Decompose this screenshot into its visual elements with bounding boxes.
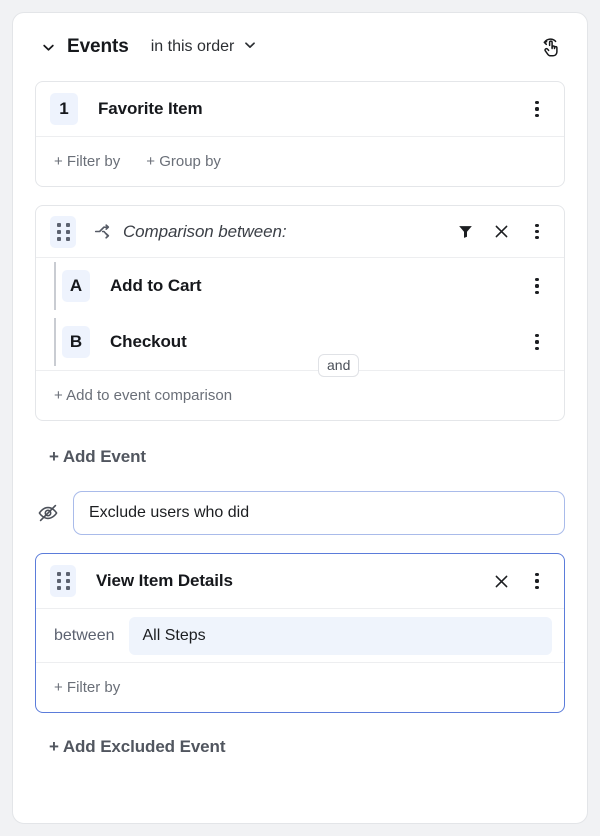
event-name: Favorite Item — [98, 99, 203, 119]
drag-dots — [57, 223, 70, 241]
kebab-menu-icon[interactable] — [524, 273, 550, 299]
event-step-1-filters: + Filter by + Group by — [36, 136, 564, 186]
drag-dots — [57, 572, 70, 590]
drag-handle-icon[interactable] — [50, 216, 76, 248]
event-comparison-card: Comparison between: A Add to Cart — [35, 205, 565, 421]
between-steps-select[interactable]: All Steps — [129, 617, 553, 655]
exclude-users-input[interactable] — [73, 491, 565, 535]
kebab-menu-icon[interactable] — [524, 219, 550, 245]
events-header: Events in this order — [13, 13, 587, 81]
comparison-footer: + Add to event comparison — [36, 370, 564, 420]
excluded-event-name: View Item Details — [96, 571, 233, 591]
comparison-connector-chip[interactable]: and — [318, 354, 359, 377]
comparison-item-a[interactable]: A Add to Cart — [36, 258, 564, 314]
drag-handle-icon[interactable] — [50, 565, 76, 597]
tap-gesture-icon[interactable] — [535, 32, 565, 62]
event-order-dropdown[interactable]: in this order — [151, 38, 258, 57]
exclude-users-row — [35, 491, 565, 535]
close-x-icon[interactable] — [488, 568, 514, 594]
add-excluded-event-button[interactable]: + Add Excluded Event — [35, 713, 565, 757]
filter-funnel-icon[interactable] — [452, 219, 478, 245]
comparison-event-name: Add to Cart — [110, 276, 201, 296]
comparison-header: Comparison between: — [36, 206, 564, 258]
close-x-icon[interactable] — [488, 219, 514, 245]
kebab-menu-icon[interactable] — [524, 568, 550, 594]
kebab-menu-icon[interactable] — [524, 329, 550, 355]
add-group-by-button[interactable]: + Group by — [146, 153, 221, 170]
add-event-button[interactable]: + Add Event — [35, 421, 565, 467]
page-title: Events — [67, 36, 129, 58]
excluded-event-card: View Item Details between All Steps + Fi… — [35, 553, 565, 713]
event-row-step-1[interactable]: 1 Favorite Item — [36, 82, 564, 136]
branch-split-icon — [94, 222, 113, 241]
between-label: between — [54, 627, 115, 645]
add-to-event-comparison-button[interactable]: + Add to event comparison — [54, 387, 232, 404]
event-card-step-1: 1 Favorite Item + Filter by + Group by — [35, 81, 565, 187]
step-number-badge: 1 — [50, 93, 78, 125]
kebab-menu-icon[interactable] — [524, 96, 550, 122]
excluded-filters-row: + Filter by — [36, 662, 564, 712]
event-order-label: in this order — [151, 38, 235, 56]
chevron-down-icon — [243, 38, 257, 57]
chevron-down-icon[interactable] — [37, 36, 59, 58]
add-filter-by-button[interactable]: + Filter by — [54, 153, 120, 170]
add-filter-by-button[interactable]: + Filter by — [54, 679, 120, 696]
comparison-items: A Add to Cart B Checkout and — [36, 258, 564, 370]
comparison-event-name: Checkout — [110, 332, 187, 352]
excluded-between-row: between All Steps — [36, 608, 564, 662]
comparison-item-b[interactable]: B Checkout — [36, 314, 564, 370]
events-panel: Events in this order 1 Favorite Item — [12, 12, 588, 824]
excluded-event-row[interactable]: View Item Details — [36, 554, 564, 608]
eye-off-icon[interactable] — [35, 500, 61, 526]
comparison-badge: A — [62, 270, 90, 302]
comparison-title: Comparison between: — [123, 222, 286, 242]
comparison-badge: B — [62, 326, 90, 358]
